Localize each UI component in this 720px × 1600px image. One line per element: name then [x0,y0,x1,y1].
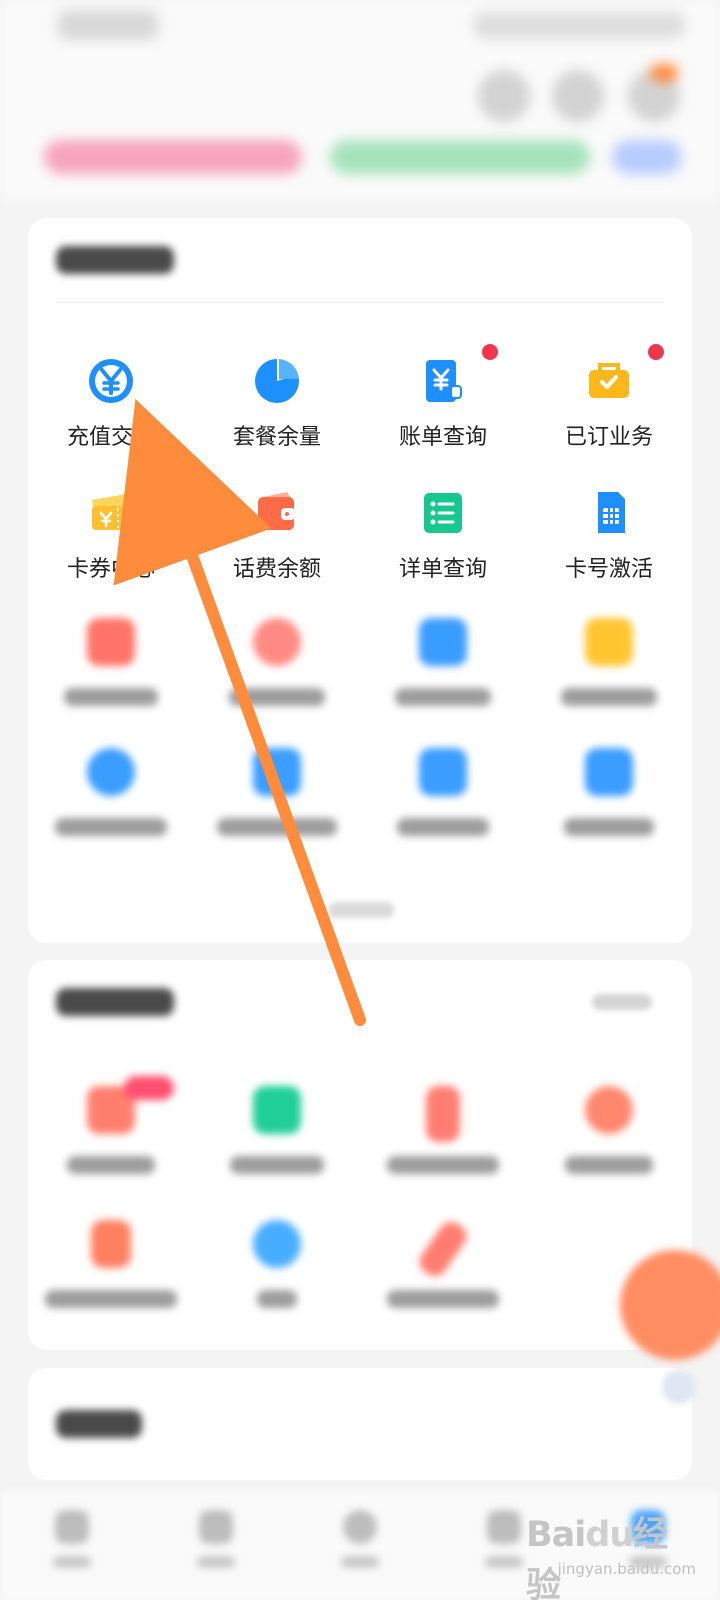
coupon-icon [92,494,130,530]
blurred-service-item[interactable] [360,608,526,728]
blurred-service-item[interactable] [526,608,692,728]
watermark-brand: Baidu经验 [526,1506,696,1600]
service-sim-activation[interactable]: 卡号激活 [526,476,692,596]
wallet-icon [258,492,295,530]
subscription-notification-dot [648,344,664,360]
blurred-banner-green[interactable] [330,140,590,174]
pie-chart-icon [255,359,299,403]
service-label: 已订业务 [564,425,653,450]
service-label: 话费余额 [232,557,321,582]
baidu-jingyan-watermark: Baidu经验 jingyan.baidu.com [518,1506,696,1600]
bill-notification-dot [482,344,498,360]
blurred-service-item[interactable] [526,738,692,858]
sim-card-icon [598,492,625,533]
blurred-feature-item[interactable] [360,1076,526,1196]
service-subscribed-business[interactable]: 已订业务 [526,344,692,464]
blurred-bottom-section-title [56,1410,142,1438]
watermark-text-part: Bai [526,1515,586,1555]
mobile-screen: 充值交费 套餐余量 账单查询 已订业务 卡券中心 话费余额 详单查询 卡号激活 … [0,0,720,1600]
blurred-message-badge [650,64,678,82]
blurred-service-item[interactable] [194,738,360,858]
service-label: 充值交费 [66,425,155,450]
features-panel [28,960,692,1350]
blurred-services-title [56,246,174,274]
service-detail-query[interactable]: 详单查询 [360,476,526,596]
recharge-icon [89,359,133,403]
blurred-feature-item[interactable] [194,1076,360,1196]
blurred-more-link[interactable] [328,902,394,918]
blurred-floating-promo[interactable] [620,1250,720,1360]
blurred-banner-pink[interactable] [44,140,302,174]
service-label: 详单查询 [398,557,487,582]
blurred-status-left [58,10,158,40]
briefcase-icon [589,363,629,398]
bottom-nav-item[interactable] [0,1510,144,1580]
service-recharge[interactable]: 充值交费 [28,344,194,464]
blurred-service-item[interactable] [194,608,360,728]
service-label: 账单查询 [398,425,487,450]
blurred-features-title [56,988,174,1016]
services-divider [56,302,664,303]
blurred-service-item[interactable] [360,738,526,858]
blurred-feature-item[interactable] [526,1076,692,1196]
blurred-status-right [474,12,684,38]
service-label: 卡号激活 [564,557,653,582]
list-icon [424,493,462,533]
bottom-nav-item[interactable] [144,1510,288,1580]
bottom-content-panel [28,1368,692,1480]
service-call-balance[interactable]: 话费余额 [194,476,360,596]
blurred-feature-item[interactable] [28,1210,194,1330]
bottom-nav-item[interactable] [288,1510,432,1580]
services-panel: 充值交费 套餐余量 账单查询 已订业务 卡券中心 话费余额 详单查询 卡号激活 [28,218,692,943]
bill-icon [426,360,462,402]
service-label: 卡券中心 [66,557,155,582]
watermark-text-part: du [585,1515,634,1555]
blurred-customer-service-icon[interactable] [552,70,604,122]
blurred-banner-blue[interactable] [612,140,682,174]
service-coupon-center[interactable]: 卡券中心 [28,476,194,596]
blurred-service-item[interactable] [28,608,194,728]
blurred-service-item[interactable] [28,738,194,858]
watermark-url: jingyan.baidu.com [557,1560,696,1578]
blurred-settings-icon[interactable] [478,70,530,122]
blurred-feature-item[interactable] [360,1210,526,1330]
blurred-features-more[interactable] [592,994,652,1010]
service-bill-query[interactable]: 账单查询 [360,344,526,464]
blurred-floating-mini-button[interactable] [662,1370,696,1404]
blurred-feature-item[interactable] [28,1076,194,1196]
service-package-balance[interactable]: 套餐余量 [194,344,360,464]
service-label: 套餐余量 [232,425,321,450]
blurred-header [0,0,720,200]
blurred-feature-item[interactable] [194,1210,360,1330]
